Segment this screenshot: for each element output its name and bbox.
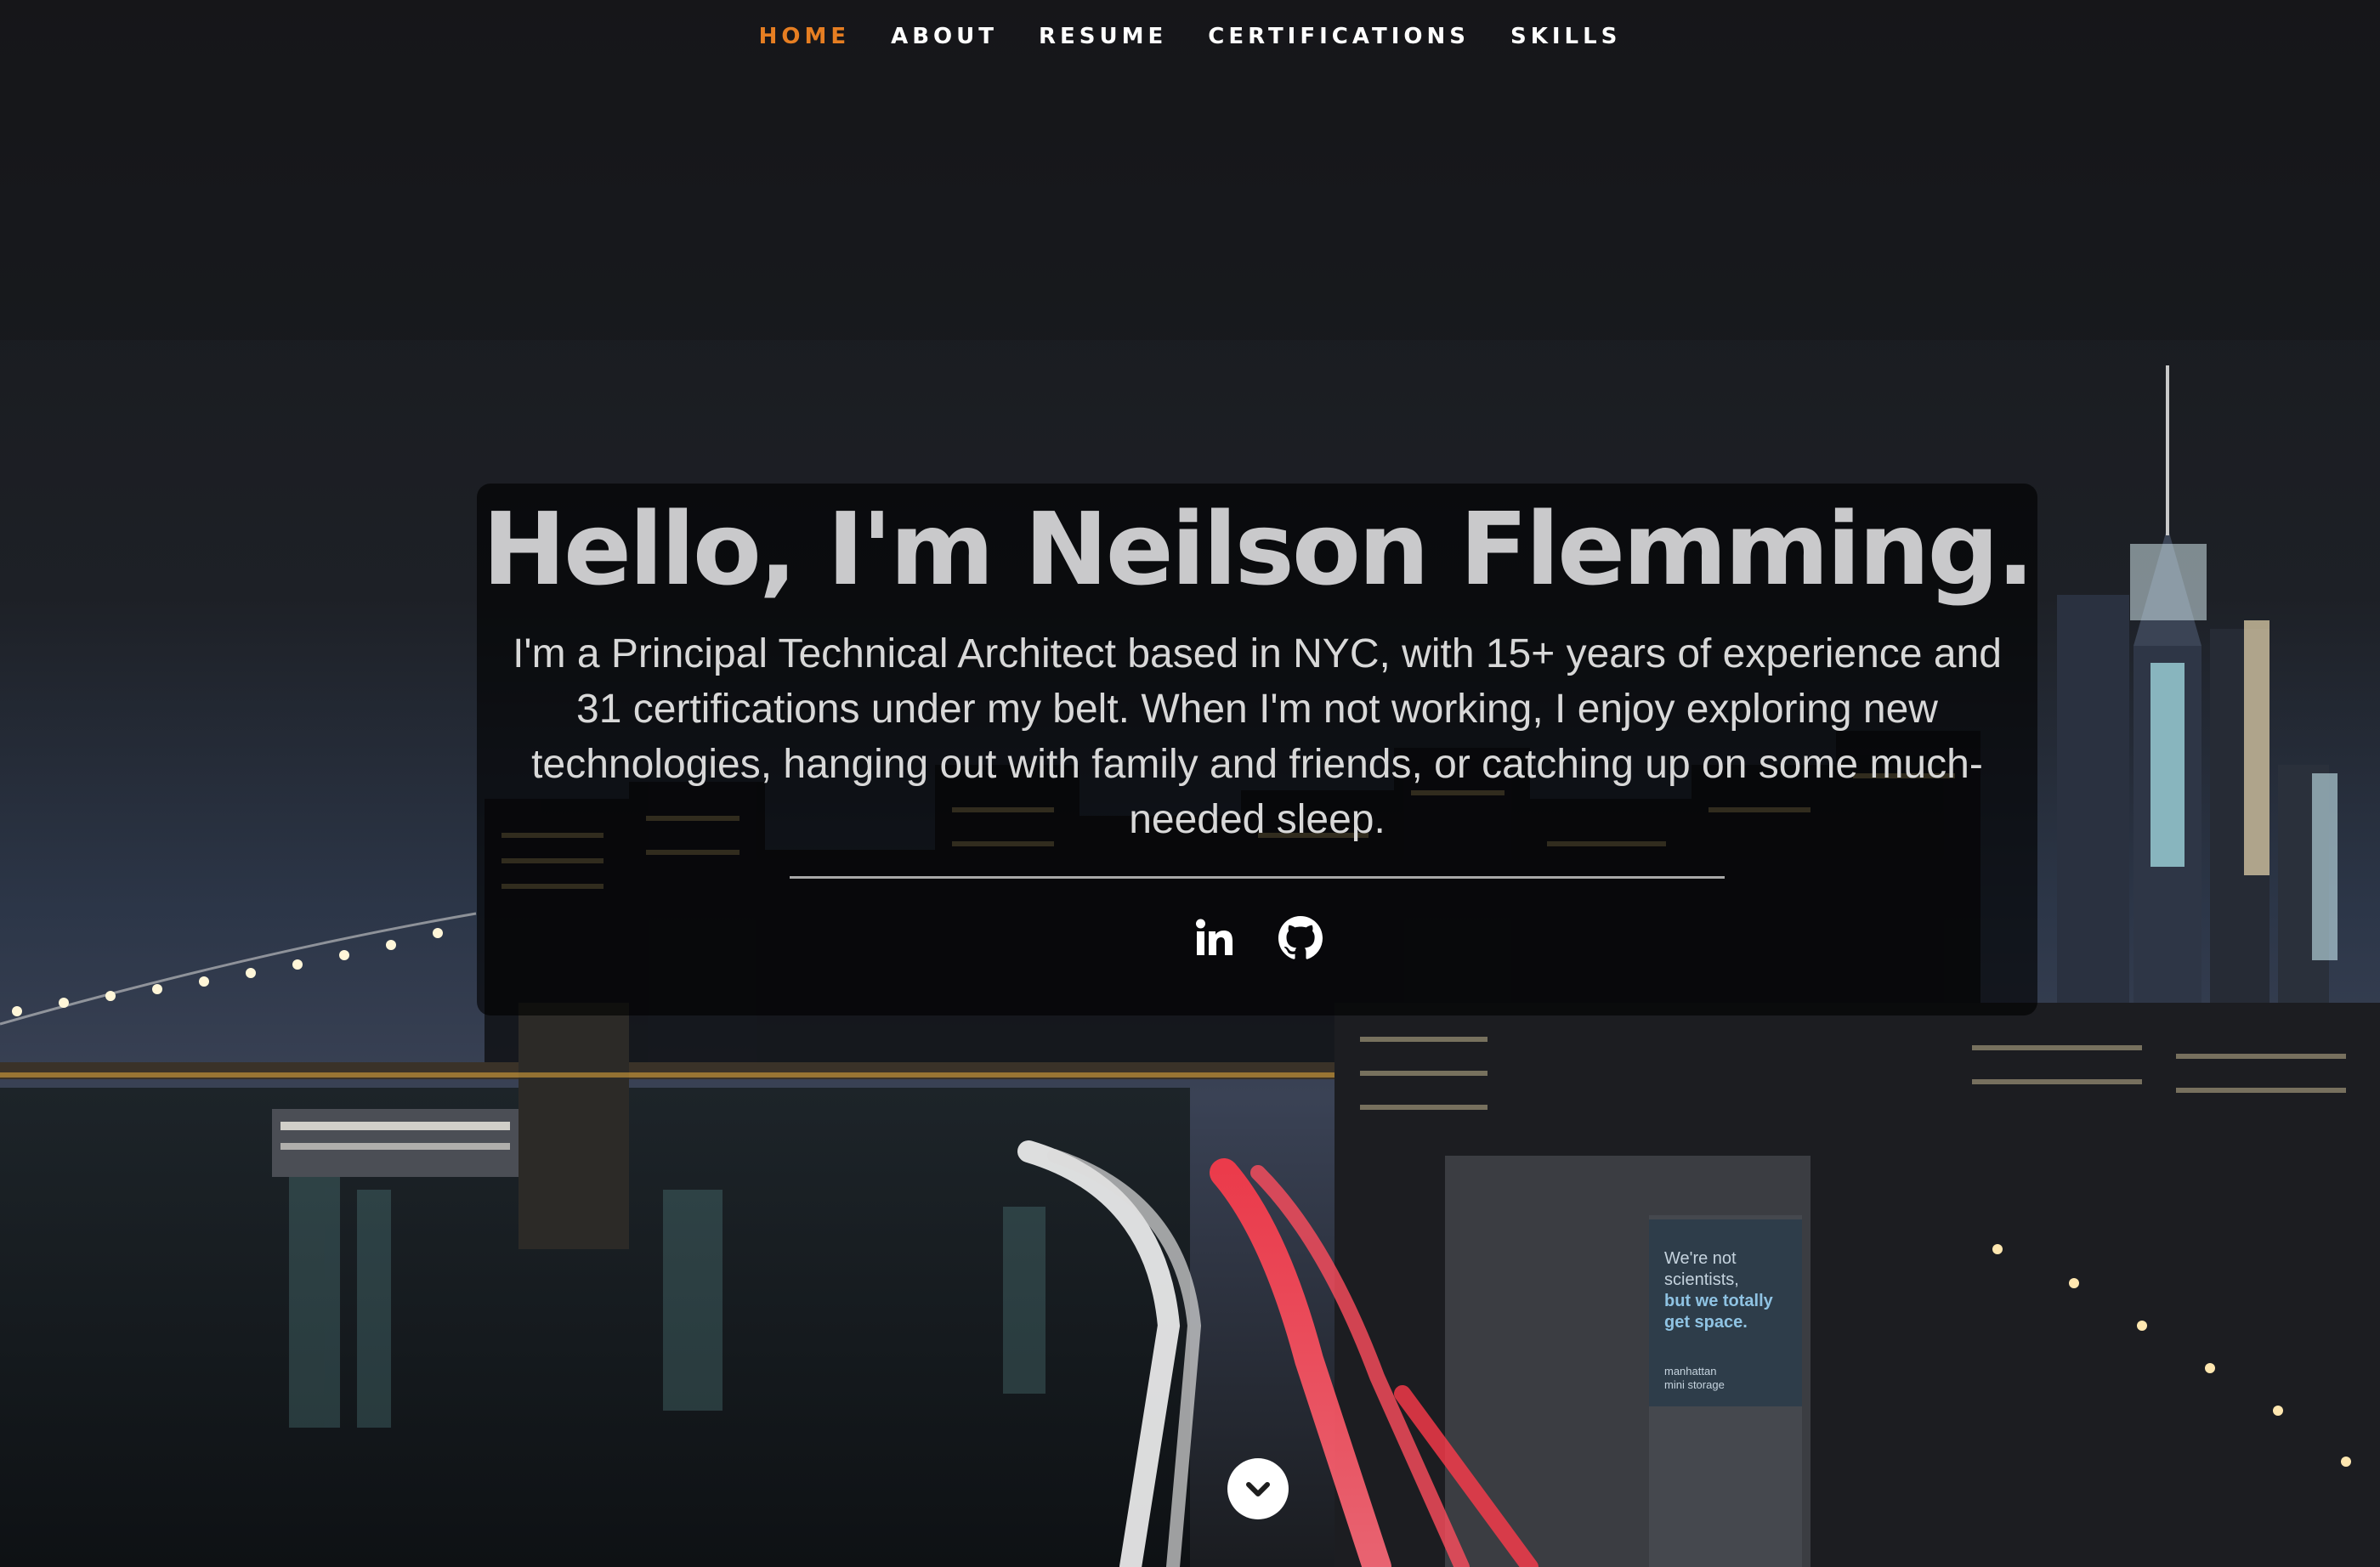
social-links [477,914,2037,973]
github-link[interactable] [1276,914,1325,963]
billboard-line-1: We're not [1664,1249,1737,1268]
linkedin-icon [1196,919,1232,955]
scroll-down-button[interactable] [1227,1458,1289,1519]
billboard-line-5: manhattan [1664,1365,1716,1377]
linkedin-link[interactable] [1189,914,1238,963]
hero-description: I'm a Principal Technical Architect base… [513,631,2002,842]
billboard-line-2: scientists, [1664,1270,1739,1289]
nav-home[interactable]: HOME [759,24,851,49]
nav-about[interactable]: ABOUT [891,24,998,49]
billboard-line-3: but we totally [1664,1292,1774,1310]
hero-title: Hello, I'm Neilson Flemming. [482,490,2035,608]
nav-resume[interactable]: RESUME [1039,24,1167,49]
nav-certifications[interactable]: CERTIFICATIONS [1208,24,1470,49]
top-nav: HOME ABOUT RESUME CERTIFICATIONS SKILLS [0,0,2380,73]
nav-skills[interactable]: SKILLS [1510,24,1621,49]
hero-section: We're not scientists, but we totally get… [0,0,2380,1567]
billboard-line-6: mini storage [1664,1378,1725,1391]
hero-divider [790,876,1725,879]
billboard-line-4: get space. [1664,1313,1748,1332]
hero-card: Hello, I'm Neilson Flemming. I'm a Princ… [477,484,2037,1015]
github-icon [1278,916,1323,959]
chevron-down-icon [1246,1482,1270,1496]
